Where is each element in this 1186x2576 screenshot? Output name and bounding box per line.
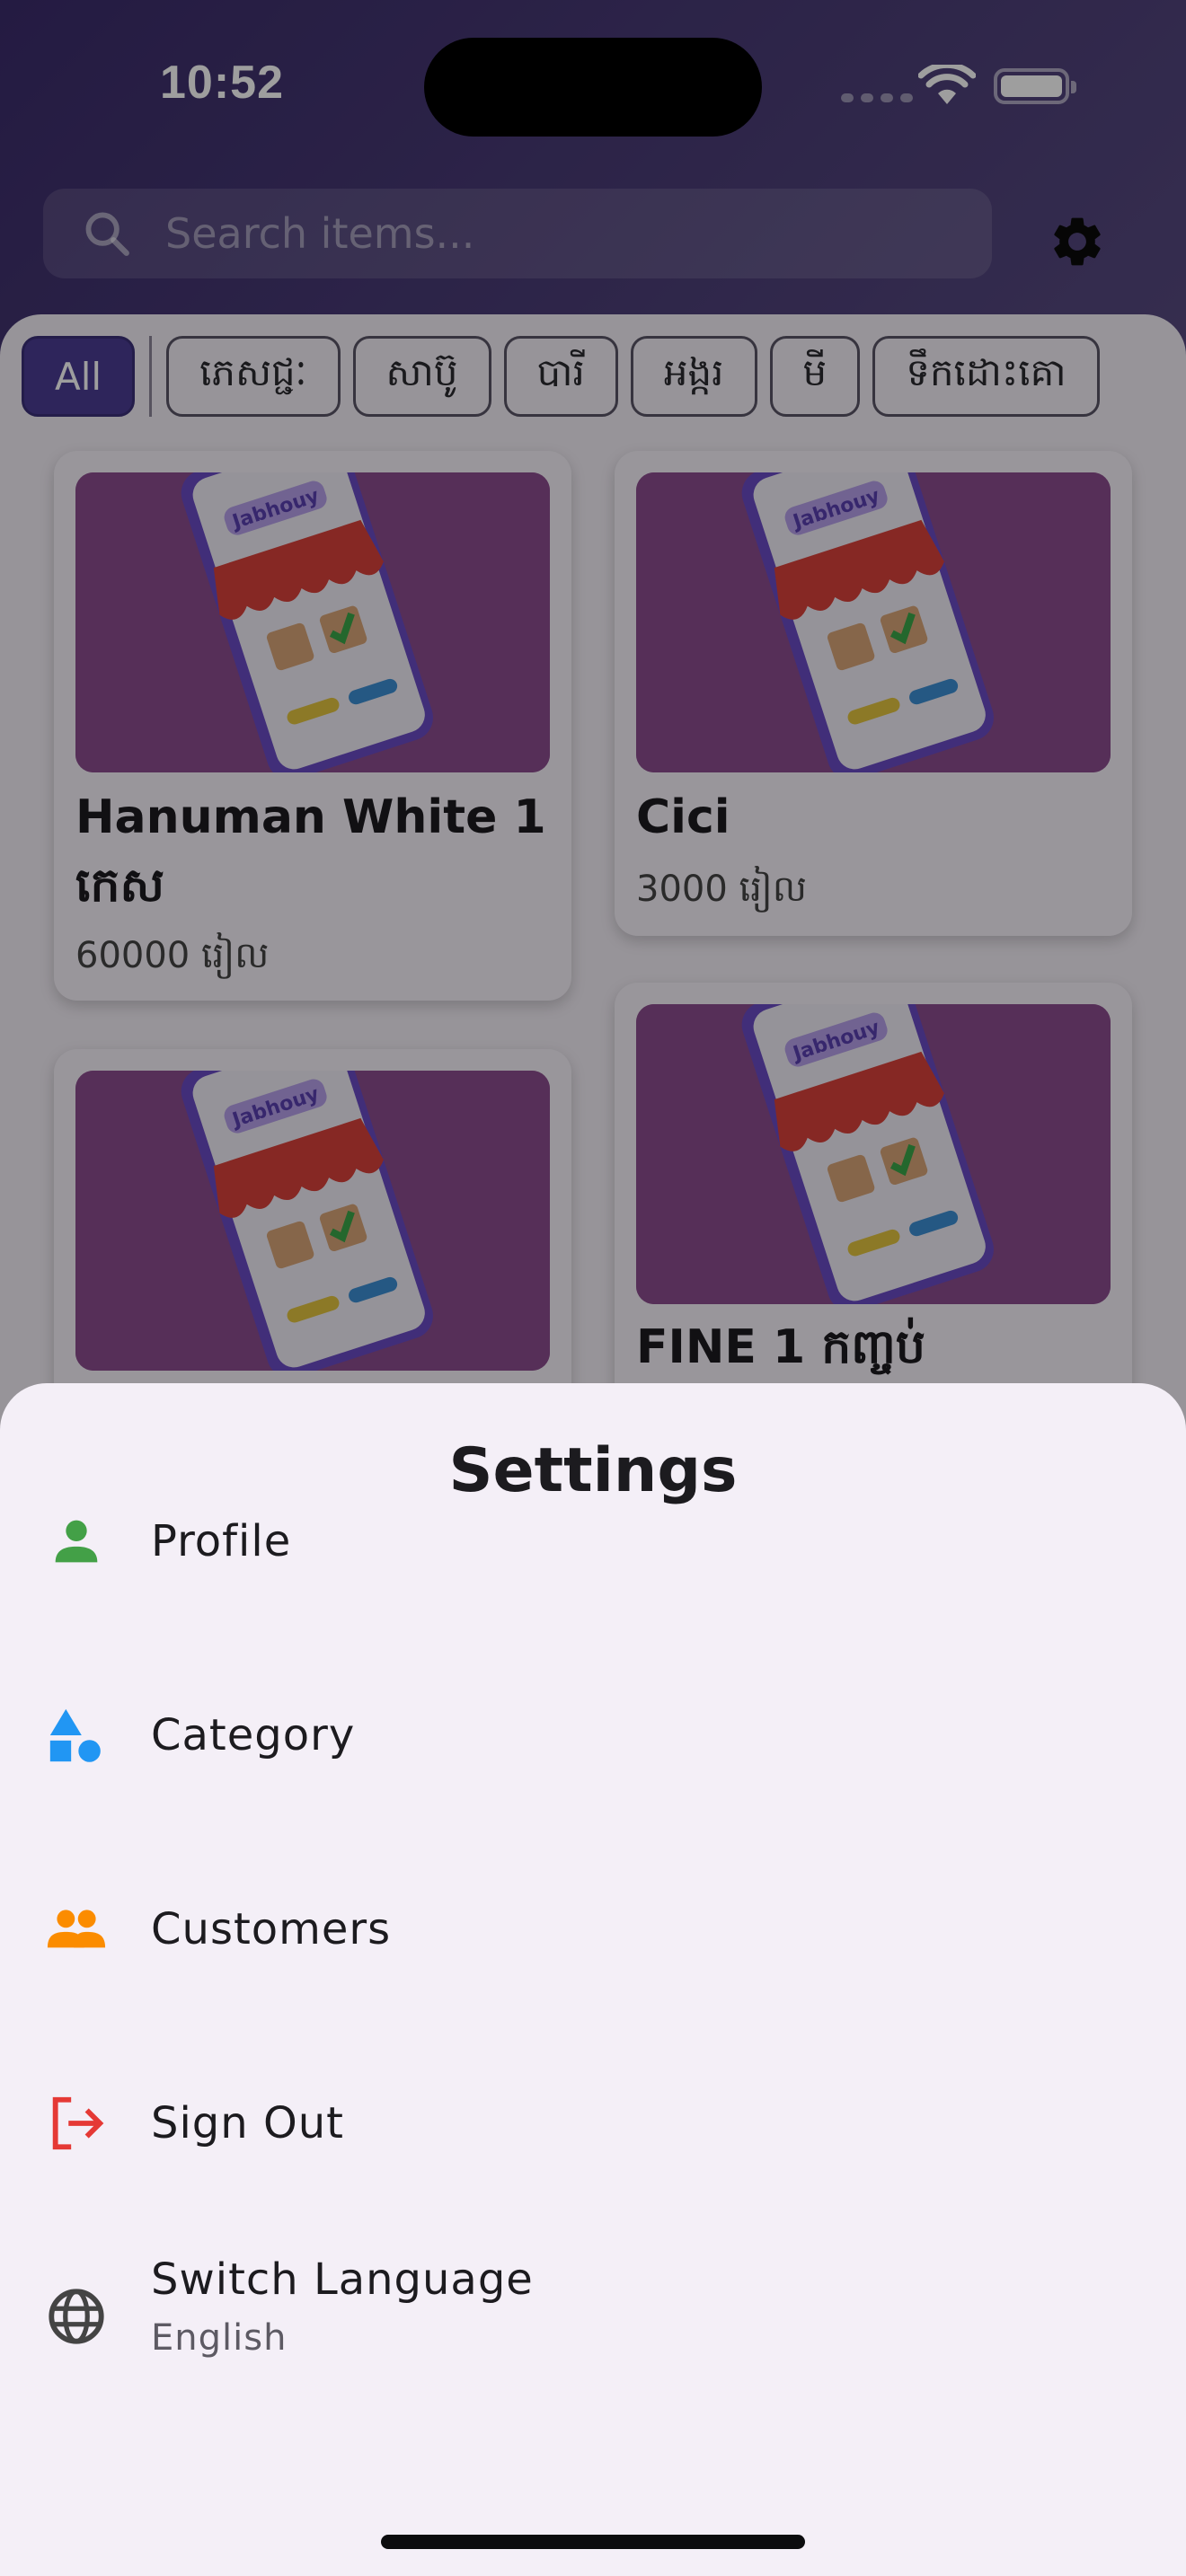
menu-item-label: Switch Language — [151, 2254, 534, 2305]
menu-item-label: Profile — [151, 1516, 292, 1566]
globe-icon — [49, 2289, 104, 2344]
menu-item-label: Customers — [151, 1904, 392, 1954]
home-indicator[interactable] — [381, 2535, 805, 2549]
menu-item-sign-out[interactable]: Sign Out — [0, 2051, 1186, 2195]
settings-sheet: Settings Profile Category Customers Sign… — [0, 1383, 1186, 2576]
person-icon — [55, 1520, 98, 1563]
menu-item-profile[interactable]: Profile — [0, 1469, 1186, 1613]
logout-icon — [52, 2096, 104, 2150]
people-icon — [47, 1910, 106, 1948]
menu-item-customers[interactable]: Customers — [0, 1857, 1186, 2001]
app-screen: 10:52 All ភេសជ្ជៈ សាប៊ូ បារី អង្ករ មី ទឹ… — [0, 0, 1186, 2576]
current-language: English — [151, 2317, 288, 2359]
category-shapes-icon — [49, 1708, 101, 1762]
menu-item-switch-language[interactable]: Switch Language English — [0, 2235, 1186, 2396]
menu-item-label: Sign Out — [151, 2098, 344, 2148]
menu-item-category[interactable]: Category — [0, 1663, 1186, 1807]
menu-item-label: Category — [151, 1710, 356, 1760]
